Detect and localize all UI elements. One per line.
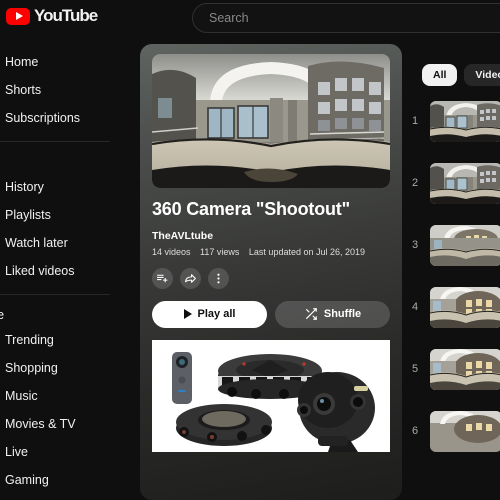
sidebar-item-movies-tv[interactable]: Movies & TV <box>0 410 118 438</box>
sidebar-item-you[interactable]: › <box>0 151 118 173</box>
video-list-pane: All Videos 1 <box>406 44 500 500</box>
playlist-title: 360 Camera "Shootout" <box>152 199 350 219</box>
sidebar-item-subscriptions[interactable]: Subscriptions <box>0 104 118 132</box>
more-vertical-icon[interactable] <box>208 267 229 289</box>
shuffle-button[interactable]: Shuffle <box>275 300 390 328</box>
sidebar-item-gaming[interactable]: Gaming <box>0 466 118 494</box>
video-index: 5 <box>411 363 419 375</box>
table-row[interactable]: 3 <box>406 214 500 276</box>
video-thumbnail[interactable] <box>430 410 500 452</box>
sidebar-item-shopping[interactable]: Shopping <box>0 354 118 382</box>
video-thumbnail[interactable] <box>430 100 500 142</box>
youtube-wordmark: YouTube <box>34 6 98 25</box>
sidebar-item-label: Shopping <box>5 361 58 375</box>
search-bar[interactable]: Search <box>192 3 500 33</box>
sidebar-item-label: Trending <box>5 333 54 347</box>
playlist-thumbnail[interactable] <box>152 54 390 188</box>
table-row[interactable]: 1 <box>406 90 500 152</box>
sidebar-item-home[interactable]: Home <box>0 48 118 76</box>
playlist-view-count: 117 views <box>200 246 240 257</box>
playlist-playback-buttons: Play all Shuffle <box>152 300 390 328</box>
sidebar-item-playlists[interactable]: Playlists <box>0 201 118 229</box>
sidebar-item-label: Watch later <box>5 236 68 250</box>
sidebar-item-label: Liked videos <box>5 264 75 278</box>
table-row[interactable]: 2 <box>406 152 500 214</box>
sidebar-item-live[interactable]: Live <box>0 438 118 466</box>
video-thumbnail[interactable] <box>430 162 500 204</box>
table-row[interactable]: 6 <box>406 400 500 462</box>
sidebar-item-trending[interactable]: Trending <box>0 326 118 354</box>
sidebar-section-explore: re <box>0 308 5 322</box>
play-all-button[interactable]: Play all <box>152 300 267 328</box>
share-icon[interactable] <box>180 267 201 289</box>
sidebar-item-label: Live <box>5 445 28 459</box>
search-input-placeholder[interactable]: Search <box>193 11 249 25</box>
sidebar-item-label: Gaming <box>5 473 49 487</box>
playlist-video-count: 14 videos <box>152 246 191 257</box>
playlist-action-icons <box>152 267 390 289</box>
playlist-hero-card: 360 Camera "Shootout" TheAVLtube 14 vide… <box>140 44 402 500</box>
sidebar-item-label: Playlists <box>5 208 51 222</box>
video-index: 4 <box>411 301 419 313</box>
sidebar-item-label: Shorts <box>5 83 42 97</box>
filter-chips: All Videos <box>406 44 500 86</box>
video-list: 1 2 3 4 5 6 <box>406 90 500 462</box>
play-all-label: Play all <box>197 308 236 321</box>
sidebar-item-liked-videos[interactable]: Liked videos <box>0 257 118 285</box>
shuffle-icon <box>305 308 317 321</box>
sidebar-divider-2 <box>0 294 110 295</box>
video-index: 3 <box>411 239 419 251</box>
filter-chip-videos[interactable]: Videos <box>464 64 500 86</box>
sidebar-item-label: Home <box>5 55 39 69</box>
youtube-play-icon <box>6 7 30 25</box>
playlist-last-updated: Last updated on Jul 26, 2019 <box>248 246 366 257</box>
video-thumbnail[interactable] <box>430 348 500 390</box>
playlist-add-icon[interactable] <box>152 267 173 289</box>
playlist-metadata: 14 videos 117 views Last updated on Jul … <box>152 247 390 257</box>
top-bar: YouTube Search <box>0 0 500 36</box>
video-index: 2 <box>411 177 419 189</box>
sidebar-divider-1 <box>0 141 110 142</box>
sidebar-item-shorts[interactable]: Shorts <box>0 76 118 104</box>
sidebar-item-label: History <box>5 180 44 194</box>
sidebar-item-music[interactable]: Music <box>0 382 118 410</box>
video-index: 1 <box>411 115 419 127</box>
sidebar-item-label: Music <box>5 389 38 403</box>
video-index: 6 <box>411 425 419 437</box>
video-thumbnail[interactable] <box>430 224 500 266</box>
sidebar-item-watch-later[interactable]: Watch later <box>0 229 118 257</box>
youtube-playlist-page: YouTube Search Home Shorts Subscriptions… <box>0 0 500 500</box>
sidebar-item-label: Subscriptions <box>5 111 81 125</box>
table-row[interactable]: 4 <box>406 276 500 338</box>
sidebar-item-label: Movies & TV <box>5 417 76 431</box>
table-row[interactable]: 5 <box>406 338 500 400</box>
filter-chip-all[interactable]: All <box>422 64 458 86</box>
play-icon <box>183 309 192 320</box>
youtube-logo[interactable]: YouTube <box>6 6 98 26</box>
playlist-channel-name[interactable]: TheAVLtube <box>152 230 390 242</box>
shuffle-label: Shuffle <box>323 308 362 321</box>
playlist-product-image[interactable] <box>152 339 390 452</box>
sidebar-item-history[interactable]: History <box>0 173 118 201</box>
sidebar: Home Shorts Subscriptions › History Play… <box>0 36 118 500</box>
video-thumbnail[interactable] <box>430 286 500 328</box>
